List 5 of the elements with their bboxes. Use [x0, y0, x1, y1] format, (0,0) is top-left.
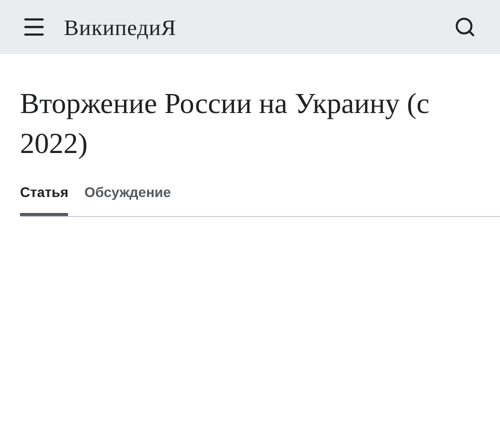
article-title: Вторжение России на Украину (с 2022): [20, 87, 430, 162]
tab[interactable]: Статья: [20, 182, 68, 216]
wikipedia-logo[interactable]: ВикипедиЯ: [64, 10, 176, 44]
search-icon: [454, 16, 476, 38]
tab[interactable]: Обсуждение: [84, 182, 171, 216]
